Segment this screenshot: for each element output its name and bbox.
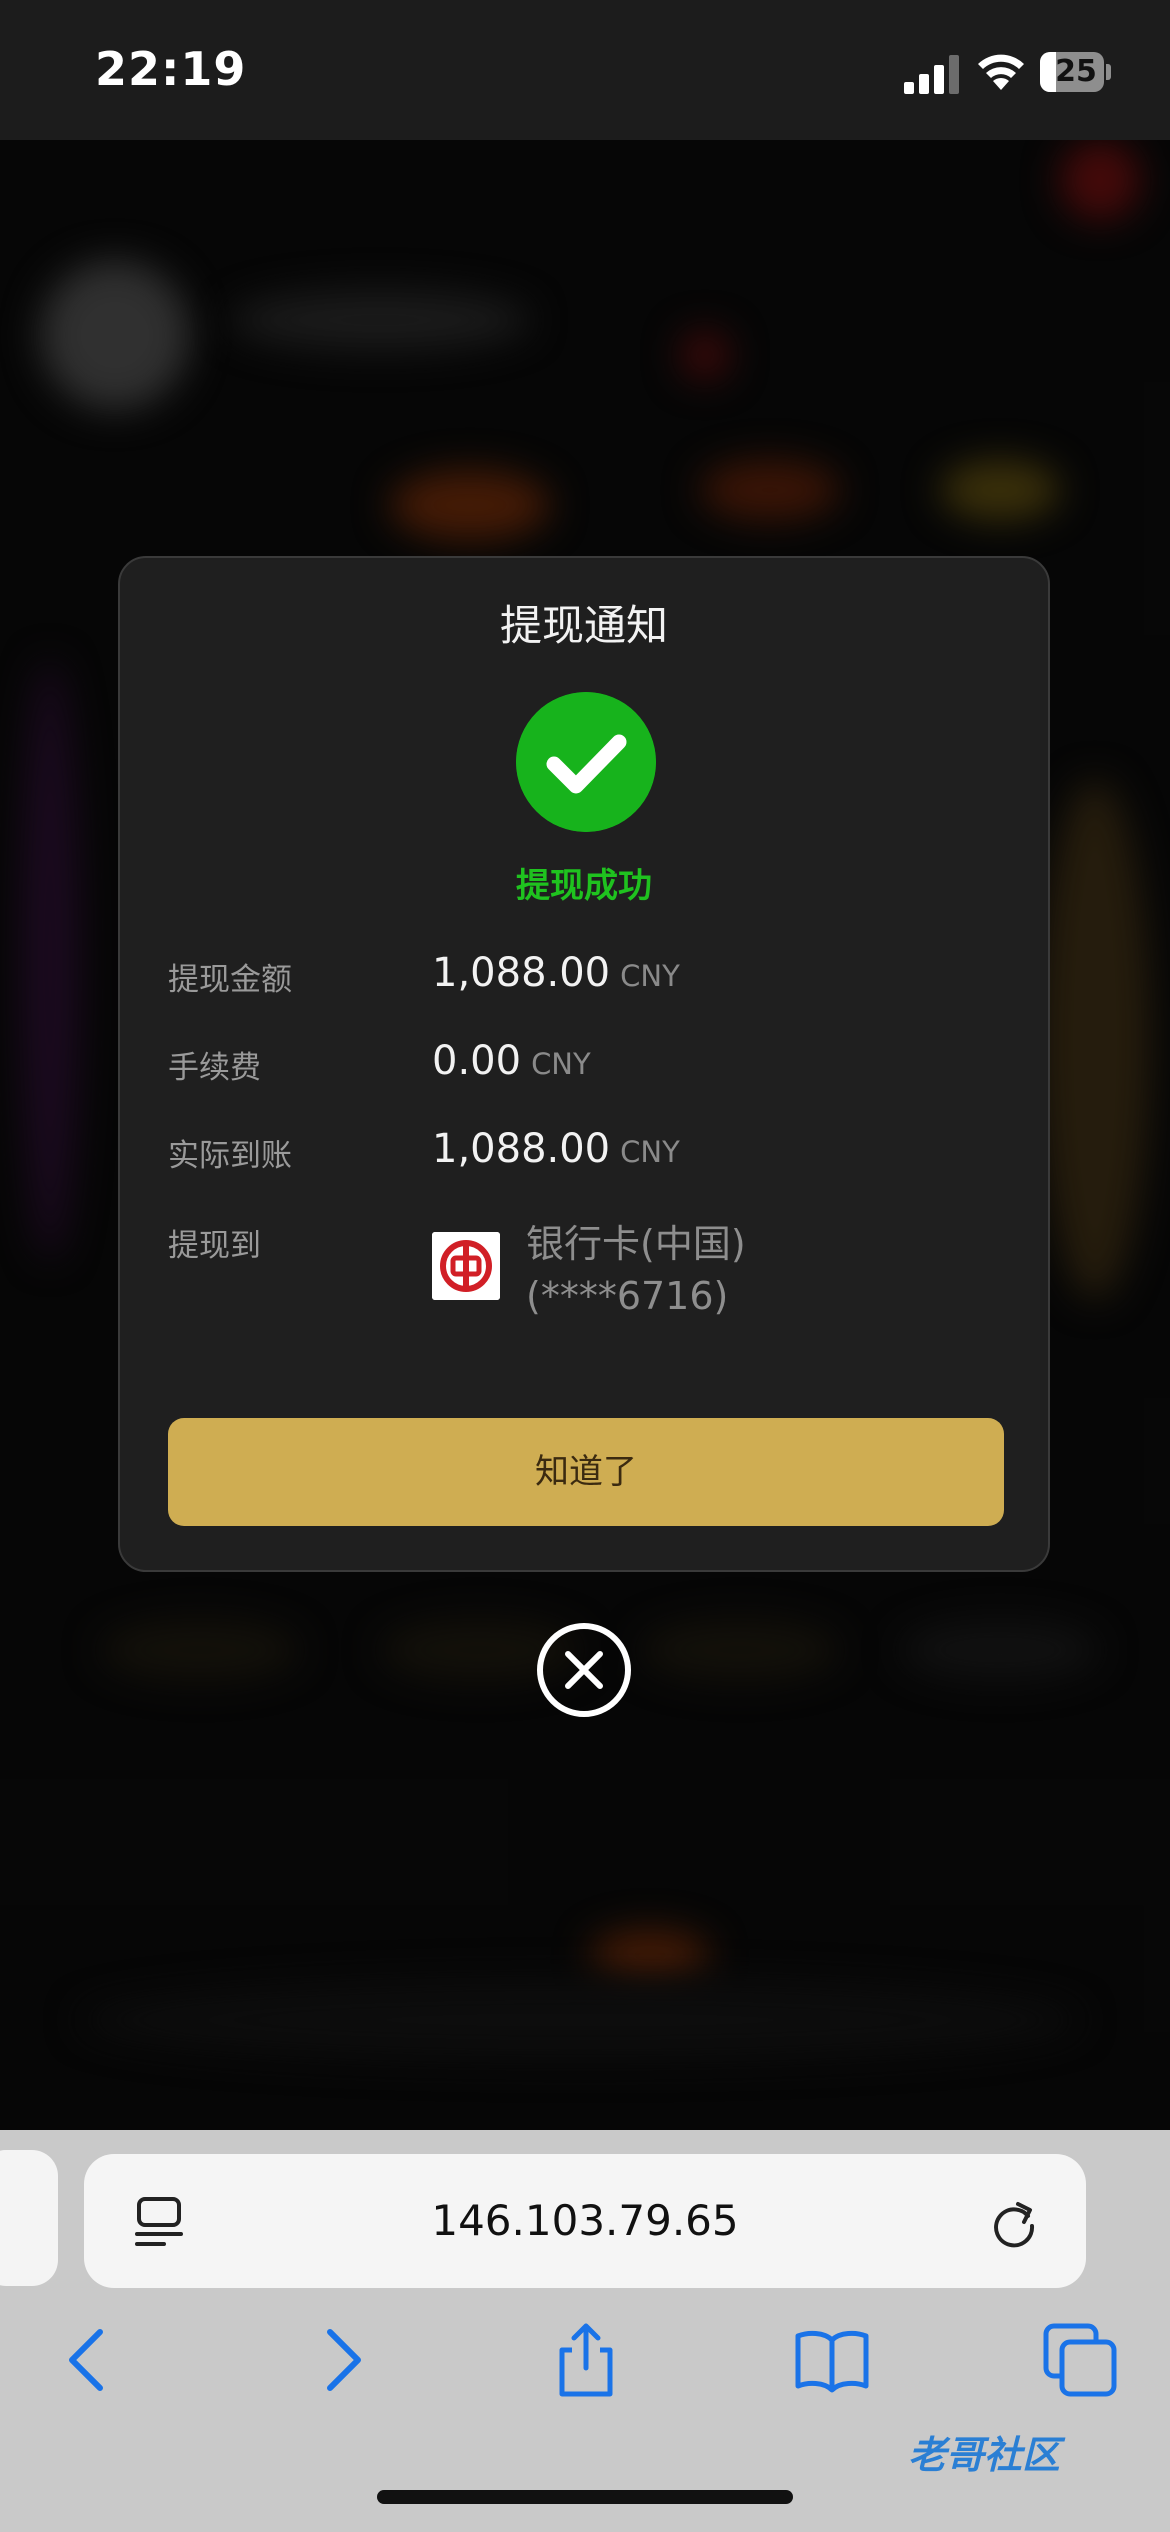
home-indicator (377, 2490, 793, 2504)
reload-icon[interactable] (988, 2196, 1040, 2248)
amount-value: 1,088.00 CNY (432, 950, 680, 996)
fee-label: 手续费 (168, 1050, 261, 1086)
bookmarks-icon[interactable] (794, 2322, 870, 2398)
amount-label: 提现金额 (168, 962, 292, 998)
status-bar: 22:19 25 (0, 0, 1170, 140)
cellular-signal-icon (904, 55, 959, 94)
back-arrow-icon[interactable] (52, 2322, 128, 2398)
check-circle-icon (516, 692, 656, 832)
card-number-mask: (****6716) (526, 1274, 729, 1318)
bank-name: 银行卡(中国) (526, 1222, 746, 1266)
withdrawal-notice-dialog: 提现通知 提现成功 提现金额 1,088.00 CNY 手续费 0.00 CNY 实… (118, 556, 1050, 1572)
tabs-icon[interactable] (1042, 2322, 1118, 2398)
received-label: 实际到账 (168, 1138, 292, 1174)
currency-unit: CNY (620, 959, 680, 993)
received-value: 1,088.00 CNY (432, 1126, 680, 1172)
battery-level: 25 (1055, 54, 1097, 89)
address-bar[interactable]: 146.103.79.65 (84, 2154, 1086, 2288)
currency-unit: CNY (531, 1047, 591, 1081)
watermark-text: 老哥社区 (908, 2433, 1061, 2477)
battery-icon: 25 (1040, 52, 1111, 92)
destination-label: 提现到 (168, 1228, 261, 1264)
url-text: 146.103.79.65 (431, 2196, 739, 2245)
got-it-button[interactable]: 知道了 (168, 1418, 1004, 1526)
bank-destination: 银行卡(中国) (****6716) (526, 1218, 746, 1322)
share-icon[interactable] (548, 2322, 624, 2398)
status-time: 22:19 (95, 42, 247, 96)
forward-arrow-icon[interactable] (302, 2322, 378, 2398)
currency-unit: CNY (620, 1135, 680, 1169)
close-icon[interactable] (536, 1622, 632, 1718)
previous-tab-peek[interactable] (0, 2150, 58, 2286)
wifi-icon (978, 54, 1024, 90)
dialog-title: 提现通知 (499, 601, 668, 650)
fee-value: 0.00 CNY (432, 1038, 591, 1084)
bank-of-china-logo-icon (432, 1232, 500, 1300)
success-message: 提现成功 (516, 866, 652, 906)
